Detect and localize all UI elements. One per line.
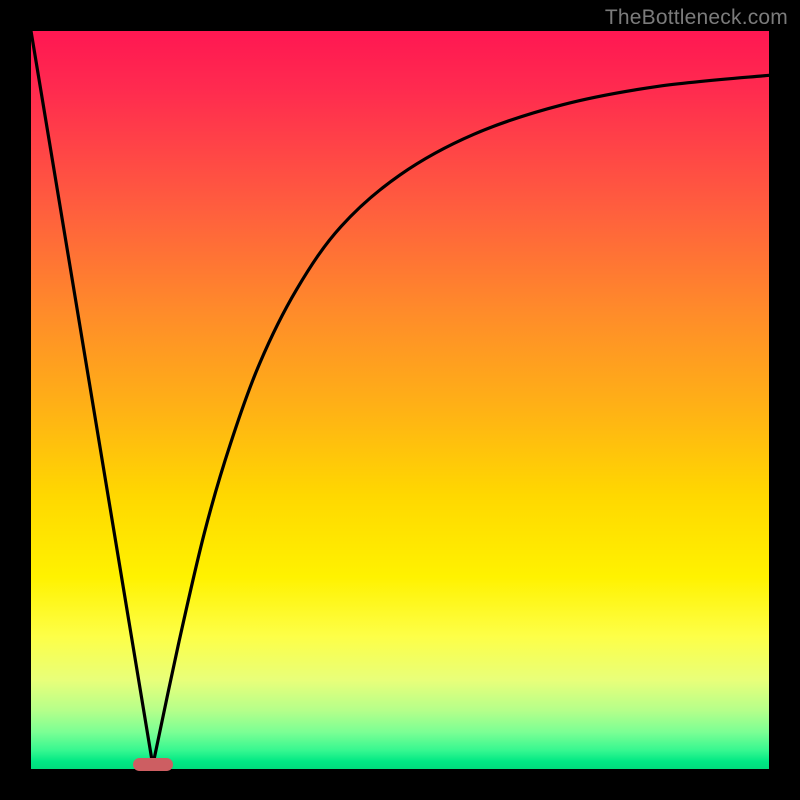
chart-frame: TheBottleneck.com [0, 0, 800, 800]
left-line-path [31, 31, 153, 765]
minimum-marker [133, 758, 173, 771]
curve-layer [31, 31, 769, 769]
right-curve-path [153, 75, 769, 765]
watermark-text: TheBottleneck.com [605, 6, 788, 30]
